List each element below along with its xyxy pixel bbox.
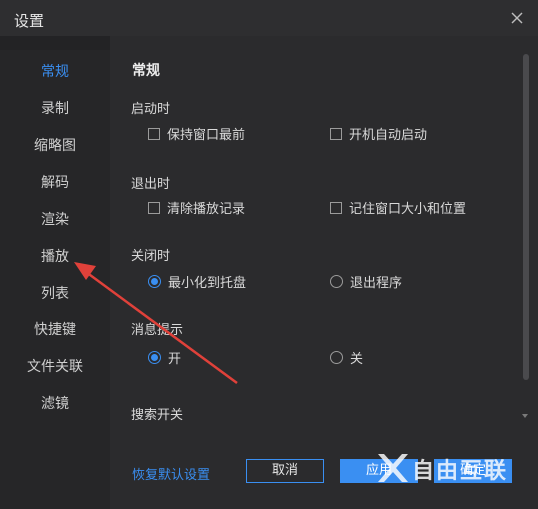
- sidebar-top-band: [0, 36, 110, 50]
- settings-sidebar: 常规 录制 缩略图 解码 渲染 播放 列表 快捷键 文件关联 滤镜: [0, 36, 110, 509]
- message-on-label: 开: [168, 352, 182, 367]
- message-off-option[interactable]: 关: [330, 348, 363, 367]
- sidebar-item-file-association[interactable]: 文件关联: [0, 350, 110, 384]
- message-label: 消息提示: [131, 323, 184, 338]
- minimize-to-tray-label: 最小化到托盘: [168, 276, 247, 291]
- remember-window-option[interactable]: 记住窗口大小和位置: [330, 198, 466, 217]
- message-off-radio[interactable]: [330, 351, 343, 364]
- close-icon[interactable]: [508, 9, 526, 27]
- section-title: 常规: [132, 63, 160, 79]
- settings-dialog: 设置 常规 录制 缩略图 解码 渲染 播放 列表 快捷键 文件关联 滤镜 常规 …: [0, 0, 538, 509]
- sidebar-item-render[interactable]: 渲染: [0, 203, 110, 237]
- keep-on-top-checkbox[interactable]: [148, 127, 160, 140]
- cancel-button[interactable]: 取消: [246, 459, 324, 483]
- sidebar-item-thumbnail[interactable]: 缩略图: [0, 129, 110, 163]
- exit-program-radio[interactable]: [330, 275, 343, 288]
- scrollbar-thumb[interactable]: [523, 54, 529, 380]
- ok-button[interactable]: 确定: [434, 459, 512, 483]
- search-toggle-label: 搜索开关: [131, 408, 184, 423]
- remember-window-checkbox[interactable]: [330, 201, 342, 214]
- window-title: 设置: [14, 12, 45, 30]
- sidebar-item-playback[interactable]: 播放: [0, 240, 110, 274]
- autostart-checkbox[interactable]: [330, 127, 342, 140]
- minimize-to-tray-radio[interactable]: [148, 275, 161, 288]
- sidebar-item-filters[interactable]: 滤镜: [0, 387, 110, 421]
- title-bar: 设置: [0, 0, 538, 36]
- exit-label: 退出时: [131, 177, 171, 192]
- minimize-to-tray-option[interactable]: 最小化到托盘: [148, 272, 246, 291]
- autostart-option[interactable]: 开机自动启动: [330, 124, 427, 143]
- keep-on-top-option[interactable]: 保持窗口最前: [148, 124, 245, 143]
- keep-on-top-label: 保持窗口最前: [167, 128, 246, 143]
- message-off-label: 关: [350, 352, 364, 367]
- clear-history-option[interactable]: 清除播放记录: [148, 198, 245, 217]
- exit-program-option[interactable]: 退出程序: [330, 272, 402, 291]
- message-on-radio[interactable]: [148, 351, 161, 364]
- sidebar-item-general[interactable]: 常规: [0, 55, 110, 89]
- message-on-option[interactable]: 开: [148, 348, 181, 367]
- remember-window-label: 记住窗口大小和位置: [349, 202, 467, 217]
- autostart-label: 开机自动启动: [349, 128, 428, 143]
- apply-button[interactable]: 应用: [340, 459, 418, 483]
- close-action-label: 关闭时: [131, 249, 171, 264]
- restore-defaults-link[interactable]: 恢复默认设置: [132, 464, 210, 483]
- sidebar-item-shortcuts[interactable]: 快捷键: [0, 313, 110, 347]
- exit-program-label: 退出程序: [350, 276, 403, 291]
- sidebar-item-decode[interactable]: 解码: [0, 166, 110, 200]
- settings-content: 常规 启动时 保持窗口最前 开机自动启动 退出时 清除播放记录 记住窗口大小和位…: [110, 36, 538, 509]
- startup-label: 启动时: [131, 102, 171, 117]
- sidebar-item-record[interactable]: 录制: [0, 92, 110, 126]
- sidebar-item-list[interactable]: 列表: [0, 277, 110, 311]
- clear-history-label: 清除播放记录: [167, 202, 246, 217]
- clear-history-checkbox[interactable]: [148, 201, 160, 214]
- scroll-down-icon[interactable]: [520, 412, 530, 420]
